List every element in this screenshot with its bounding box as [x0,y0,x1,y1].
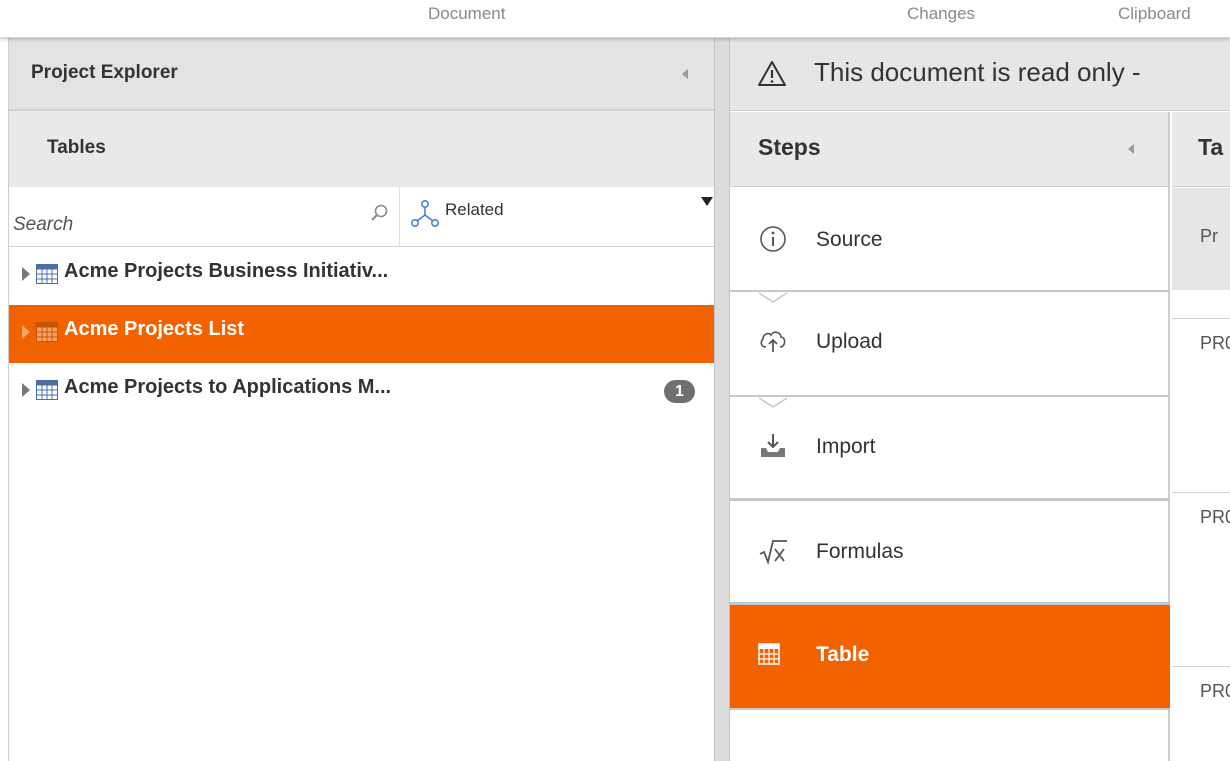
table-column-header[interactable]: Pr [1172,188,1230,290]
ribbon-group-document: Document [428,4,506,23]
document-panel: This document is read only - Steps Sourc… [730,38,1230,761]
collapse-steps-icon[interactable] [1128,144,1134,154]
chevron-down-icon[interactable] [701,197,713,206]
panel-splitter[interactable] [714,38,730,761]
search-row: Related [9,187,714,247]
table-cell[interactable]: PR0 [1172,492,1230,666]
read-only-banner: This document is read only - [730,38,1230,111]
expand-arrow-icon[interactable] [22,267,30,281]
table-view-panel: Ta Pr PR0 PR0 PR0 [1172,112,1230,761]
table-view-title: Ta [1198,134,1224,160]
step-source[interactable]: Source [730,188,1170,290]
search-icon[interactable] [369,203,389,223]
step-table[interactable]: Table [730,605,1170,708]
tree-item-table[interactable]: Acme Projects to Applications M... 1 [9,363,715,421]
step-label: Formulas [816,540,904,563]
steps-header: Steps [730,112,1168,187]
table-cell-value: PR0 [1200,507,1230,527]
step-label: Table [816,643,870,666]
ribbon-group-changes: Changes [907,4,976,23]
info-icon [760,226,786,252]
related-hierarchy-icon [411,200,439,227]
step-label: Import [816,435,876,458]
search-input[interactable] [9,187,397,247]
step-label: Upload [816,330,883,353]
steps-panel: Steps Source Upload Import Formulas Tabl… [730,112,1170,761]
related-filter[interactable]: Related [407,199,504,229]
warning-icon [758,61,786,86]
search-divider [399,187,400,247]
project-explorer-header: Project Explorer [9,38,714,111]
import-tray-icon [761,434,785,457]
project-explorer-panel: Project Explorer Tables Related [8,38,715,761]
step-import[interactable]: Import [730,397,1170,497]
cloud-upload-icon [760,331,786,352]
table-cell[interactable]: PR0 [1172,666,1230,761]
table-view-header: Ta [1172,112,1230,187]
table-grid-icon [758,643,780,665]
tree-item-label: Acme Projects to Applications M... [64,376,392,398]
tree-item-label: Acme Projects List [64,318,245,340]
count-badge: 1 [664,380,695,403]
formula-sqrt-icon [759,540,787,565]
tables-section-header: Tables [9,111,714,187]
table-icon [36,264,58,284]
related-label: Related [445,200,504,219]
tree-item-label: Acme Projects Business Initiativ... [64,260,389,282]
step-formulas[interactable]: Formulas [730,501,1170,601]
table-icon [36,322,58,342]
read-only-text: This document is read only - [814,57,1141,87]
table-icon [36,380,58,400]
step-divider [730,708,1170,710]
steps-title: Steps [758,134,821,160]
expand-arrow-icon[interactable] [22,325,30,339]
step-upload[interactable]: Upload [730,292,1170,394]
tree-item-table-selected[interactable]: Acme Projects List [9,305,715,363]
expand-arrow-icon[interactable] [22,383,30,397]
column-header-label: Pr [1200,226,1218,246]
table-cell-value: PR0 [1200,681,1230,701]
ribbon-group-labels: Document Changes Clipboard [0,0,1230,38]
tree-item-table[interactable]: Acme Projects Business Initiativ... [9,247,715,305]
collapse-panel-icon[interactable] [682,69,688,79]
project-explorer-title: Project Explorer [31,62,178,83]
table-cell[interactable]: PR0 [1172,318,1230,492]
tables-title: Tables [47,137,106,158]
ribbon-group-clipboard: Clipboard [1118,4,1191,23]
table-cell-value: PR0 [1200,333,1230,353]
step-label: Source [816,228,883,251]
